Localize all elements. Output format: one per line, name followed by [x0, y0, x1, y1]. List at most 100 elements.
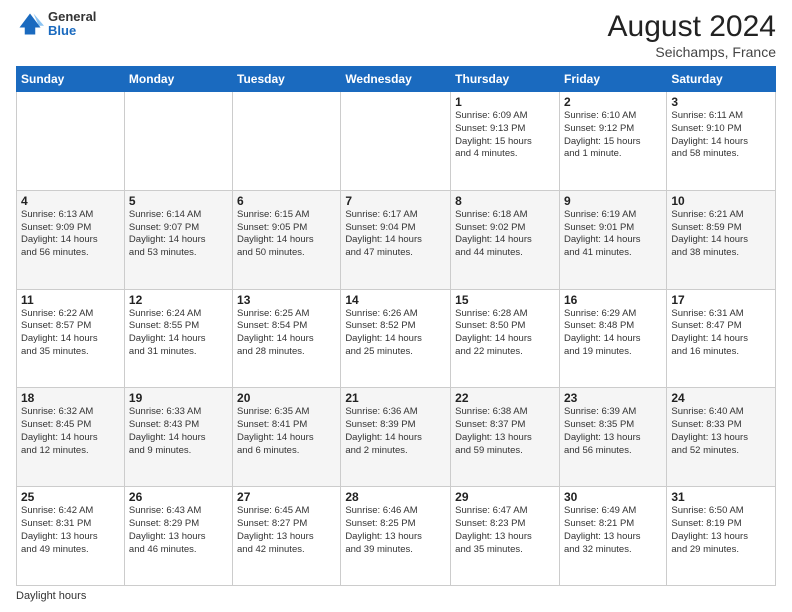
day-number: 2 — [564, 95, 662, 109]
day-of-week-header: Monday — [124, 67, 232, 92]
day-info: Sunrise: 6:36 AM Sunset: 8:39 PM Dayligh… — [345, 406, 446, 457]
calendar-table: SundayMondayTuesdayWednesdayThursdayFrid… — [16, 66, 776, 586]
calendar-cell: 8Sunrise: 6:18 AM Sunset: 9:02 PM Daylig… — [451, 190, 560, 289]
day-number: 19 — [129, 391, 228, 405]
day-number: 14 — [345, 293, 446, 307]
day-info: Sunrise: 6:24 AM Sunset: 8:55 PM Dayligh… — [129, 308, 228, 359]
day-of-week-header: Wednesday — [341, 67, 451, 92]
calendar-week-row: 18Sunrise: 6:32 AM Sunset: 8:45 PM Dayli… — [17, 388, 776, 487]
day-info: Sunrise: 6:22 AM Sunset: 8:57 PM Dayligh… — [21, 308, 120, 359]
day-number: 11 — [21, 293, 120, 307]
day-number: 4 — [21, 194, 120, 208]
day-number: 18 — [21, 391, 120, 405]
day-info: Sunrise: 6:18 AM Sunset: 9:02 PM Dayligh… — [455, 209, 555, 260]
calendar-cell: 5Sunrise: 6:14 AM Sunset: 9:07 PM Daylig… — [124, 190, 232, 289]
day-info: Sunrise: 6:21 AM Sunset: 8:59 PM Dayligh… — [671, 209, 771, 260]
calendar-cell: 24Sunrise: 6:40 AM Sunset: 8:33 PM Dayli… — [667, 388, 776, 487]
calendar-cell: 6Sunrise: 6:15 AM Sunset: 9:05 PM Daylig… — [233, 190, 341, 289]
day-number: 25 — [21, 490, 120, 504]
day-info: Sunrise: 6:14 AM Sunset: 9:07 PM Dayligh… — [129, 209, 228, 260]
day-number: 28 — [345, 490, 446, 504]
footer-text: Daylight hours — [16, 590, 86, 602]
day-number: 1 — [455, 95, 555, 109]
day-of-week-header: Sunday — [17, 67, 125, 92]
day-info: Sunrise: 6:29 AM Sunset: 8:48 PM Dayligh… — [564, 308, 662, 359]
day-number: 17 — [671, 293, 771, 307]
logo: General Blue — [16, 10, 96, 39]
day-number: 6 — [237, 194, 336, 208]
day-info: Sunrise: 6:11 AM Sunset: 9:10 PM Dayligh… — [671, 110, 771, 161]
day-info: Sunrise: 6:26 AM Sunset: 8:52 PM Dayligh… — [345, 308, 446, 359]
day-of-week-header: Thursday — [451, 67, 560, 92]
day-number: 20 — [237, 391, 336, 405]
day-info: Sunrise: 6:17 AM Sunset: 9:04 PM Dayligh… — [345, 209, 446, 260]
day-info: Sunrise: 6:38 AM Sunset: 8:37 PM Dayligh… — [455, 406, 555, 457]
month-year: August 2024 — [608, 10, 776, 44]
calendar-cell: 11Sunrise: 6:22 AM Sunset: 8:57 PM Dayli… — [17, 289, 125, 388]
day-of-week-header: Tuesday — [233, 67, 341, 92]
calendar-cell — [341, 92, 451, 191]
day-info: Sunrise: 6:10 AM Sunset: 9:12 PM Dayligh… — [564, 110, 662, 161]
calendar-cell: 7Sunrise: 6:17 AM Sunset: 9:04 PM Daylig… — [341, 190, 451, 289]
day-info: Sunrise: 6:19 AM Sunset: 9:01 PM Dayligh… — [564, 209, 662, 260]
calendar-cell: 23Sunrise: 6:39 AM Sunset: 8:35 PM Dayli… — [559, 388, 666, 487]
calendar-cell: 4Sunrise: 6:13 AM Sunset: 9:09 PM Daylig… — [17, 190, 125, 289]
calendar-cell: 29Sunrise: 6:47 AM Sunset: 8:23 PM Dayli… — [451, 487, 560, 586]
calendar-cell: 12Sunrise: 6:24 AM Sunset: 8:55 PM Dayli… — [124, 289, 232, 388]
calendar-cell: 27Sunrise: 6:45 AM Sunset: 8:27 PM Dayli… — [233, 487, 341, 586]
logo-text: General Blue — [48, 10, 96, 39]
day-number: 21 — [345, 391, 446, 405]
day-info: Sunrise: 6:39 AM Sunset: 8:35 PM Dayligh… — [564, 406, 662, 457]
day-number: 24 — [671, 391, 771, 405]
day-info: Sunrise: 6:45 AM Sunset: 8:27 PM Dayligh… — [237, 505, 336, 556]
day-number: 30 — [564, 490, 662, 504]
day-number: 22 — [455, 391, 555, 405]
day-info: Sunrise: 6:33 AM Sunset: 8:43 PM Dayligh… — [129, 406, 228, 457]
calendar-week-row: 11Sunrise: 6:22 AM Sunset: 8:57 PM Dayli… — [17, 289, 776, 388]
day-number: 23 — [564, 391, 662, 405]
day-info: Sunrise: 6:15 AM Sunset: 9:05 PM Dayligh… — [237, 209, 336, 260]
day-number: 15 — [455, 293, 555, 307]
calendar-week-row: 4Sunrise: 6:13 AM Sunset: 9:09 PM Daylig… — [17, 190, 776, 289]
calendar-cell: 18Sunrise: 6:32 AM Sunset: 8:45 PM Dayli… — [17, 388, 125, 487]
day-number: 7 — [345, 194, 446, 208]
calendar-cell: 20Sunrise: 6:35 AM Sunset: 8:41 PM Dayli… — [233, 388, 341, 487]
day-number: 26 — [129, 490, 228, 504]
day-number: 31 — [671, 490, 771, 504]
calendar-cell: 9Sunrise: 6:19 AM Sunset: 9:01 PM Daylig… — [559, 190, 666, 289]
page: General Blue August 2024 Seichamps, Fran… — [0, 0, 792, 612]
day-info: Sunrise: 6:40 AM Sunset: 8:33 PM Dayligh… — [671, 406, 771, 457]
day-info: Sunrise: 6:25 AM Sunset: 8:54 PM Dayligh… — [237, 308, 336, 359]
calendar-cell: 26Sunrise: 6:43 AM Sunset: 8:29 PM Dayli… — [124, 487, 232, 586]
calendar-cell — [124, 92, 232, 191]
logo-line1: General — [48, 10, 96, 24]
day-info: Sunrise: 6:47 AM Sunset: 8:23 PM Dayligh… — [455, 505, 555, 556]
day-info: Sunrise: 6:28 AM Sunset: 8:50 PM Dayligh… — [455, 308, 555, 359]
calendar-cell: 2Sunrise: 6:10 AM Sunset: 9:12 PM Daylig… — [559, 92, 666, 191]
calendar-cell: 28Sunrise: 6:46 AM Sunset: 8:25 PM Dayli… — [341, 487, 451, 586]
day-info: Sunrise: 6:31 AM Sunset: 8:47 PM Dayligh… — [671, 308, 771, 359]
calendar-week-row: 1Sunrise: 6:09 AM Sunset: 9:13 PM Daylig… — [17, 92, 776, 191]
location: Seichamps, France — [608, 44, 776, 60]
day-info: Sunrise: 6:42 AM Sunset: 8:31 PM Dayligh… — [21, 505, 120, 556]
day-number: 13 — [237, 293, 336, 307]
logo-icon — [16, 10, 44, 38]
calendar-cell: 22Sunrise: 6:38 AM Sunset: 8:37 PM Dayli… — [451, 388, 560, 487]
calendar-cell: 13Sunrise: 6:25 AM Sunset: 8:54 PM Dayli… — [233, 289, 341, 388]
title-block: August 2024 Seichamps, France — [608, 10, 776, 60]
calendar-header-row: SundayMondayTuesdayWednesdayThursdayFrid… — [17, 67, 776, 92]
day-info: Sunrise: 6:46 AM Sunset: 8:25 PM Dayligh… — [345, 505, 446, 556]
day-info: Sunrise: 6:50 AM Sunset: 8:19 PM Dayligh… — [671, 505, 771, 556]
logo-line2: Blue — [48, 24, 96, 38]
calendar-cell: 25Sunrise: 6:42 AM Sunset: 8:31 PM Dayli… — [17, 487, 125, 586]
day-number: 10 — [671, 194, 771, 208]
day-number: 9 — [564, 194, 662, 208]
calendar-cell: 17Sunrise: 6:31 AM Sunset: 8:47 PM Dayli… — [667, 289, 776, 388]
calendar-cell: 15Sunrise: 6:28 AM Sunset: 8:50 PM Dayli… — [451, 289, 560, 388]
day-info: Sunrise: 6:43 AM Sunset: 8:29 PM Dayligh… — [129, 505, 228, 556]
day-of-week-header: Saturday — [667, 67, 776, 92]
day-of-week-header: Friday — [559, 67, 666, 92]
calendar-cell: 1Sunrise: 6:09 AM Sunset: 9:13 PM Daylig… — [451, 92, 560, 191]
calendar-cell: 21Sunrise: 6:36 AM Sunset: 8:39 PM Dayli… — [341, 388, 451, 487]
calendar-cell: 16Sunrise: 6:29 AM Sunset: 8:48 PM Dayli… — [559, 289, 666, 388]
